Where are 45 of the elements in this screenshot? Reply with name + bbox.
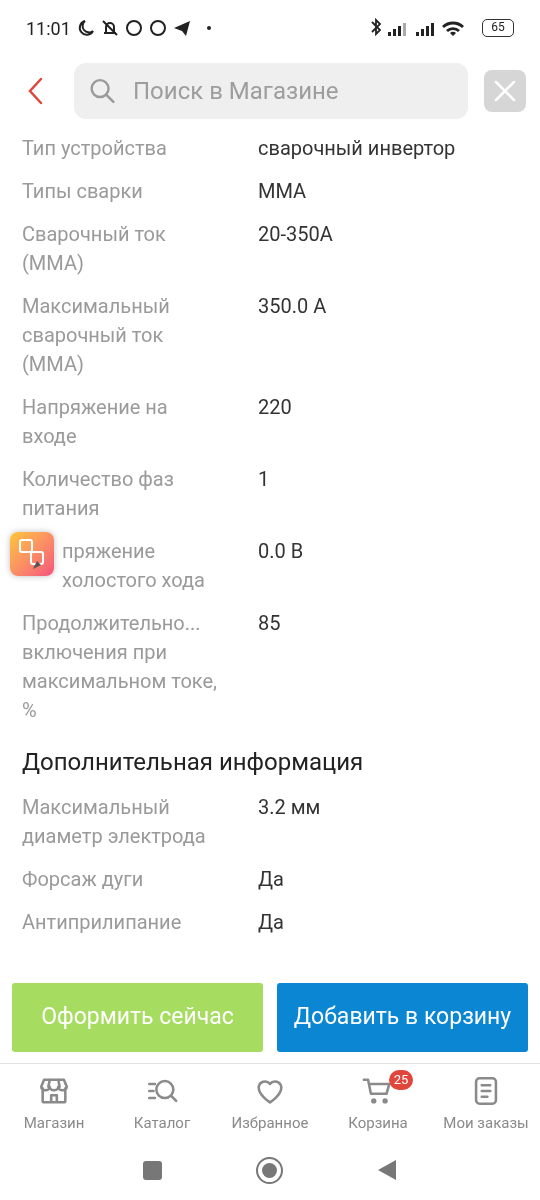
spec-value: 85 [258,610,282,637]
chat-icon [124,19,143,37]
spec-value: 220 [258,394,293,421]
status-time: 11:01 [26,16,71,41]
dot-icon [206,26,211,30]
nav-tab[interactable]: Каталог [108,1074,216,1140]
nav-tab[interactable]: Избранное [216,1074,324,1140]
cart-count-badge: 25 [388,1070,414,1090]
spec-value: 20-350A [258,221,334,248]
spec-label: пряжение холостого хода [62,538,206,594]
home-button[interactable] [256,1156,283,1184]
spec-value: сварочный инвертор [258,135,457,162]
spec-value: 3.2 мм [258,794,322,821]
spec-label: Максимальный сварочный ток (MMA) [22,293,171,378]
close-icon [493,79,517,103]
spec-label: Количество фаз питания [22,466,175,522]
search-field[interactable]: Поиск в Магазине [74,63,468,119]
spec-label: Антиприлипание [22,909,183,936]
recents-button[interactable] [143,1160,162,1180]
search-icon [88,76,117,106]
spec-value: 1 [258,466,271,493]
back-nav-icon[interactable] [377,1158,397,1182]
spec-label: Форсаж дуги [22,866,145,893]
nav-tab[interactable]: Мои заказы [432,1074,540,1140]
search-input[interactable]: Поиск в Магазине [133,73,454,109]
section-heading: Дополнительная информация [21,747,365,778]
spec-value: Да [258,909,285,936]
spec-value: 0.0 B [258,538,305,565]
spec-label: Напряжение на входе [22,394,169,450]
translate-floating-icon[interactable] [10,532,54,576]
spec-value: MMA [258,178,308,205]
battery-indicator: 65 [482,19,514,37]
spec-label: Максимальный диаметр электрода [22,794,207,850]
chat-icon [148,19,167,37]
spec-value: Да [258,866,285,893]
nav-tab[interactable]: Магазин [0,1074,108,1140]
spec-label: Продолжительно... включения при максимальном токе, % [22,610,219,724]
spec-label: Сварочный ток (MMA) [22,221,167,277]
muted-bell-icon [100,19,119,37]
add-to-cart-button[interactable]: Добавить в корзину [277,983,528,1052]
moon-icon [76,19,95,37]
spec-label: Тип устройства [22,135,168,162]
spec-value: 350.0 A [258,293,328,320]
spec-label: Типы сварки [22,178,144,205]
paper-plane-icon [172,19,191,37]
